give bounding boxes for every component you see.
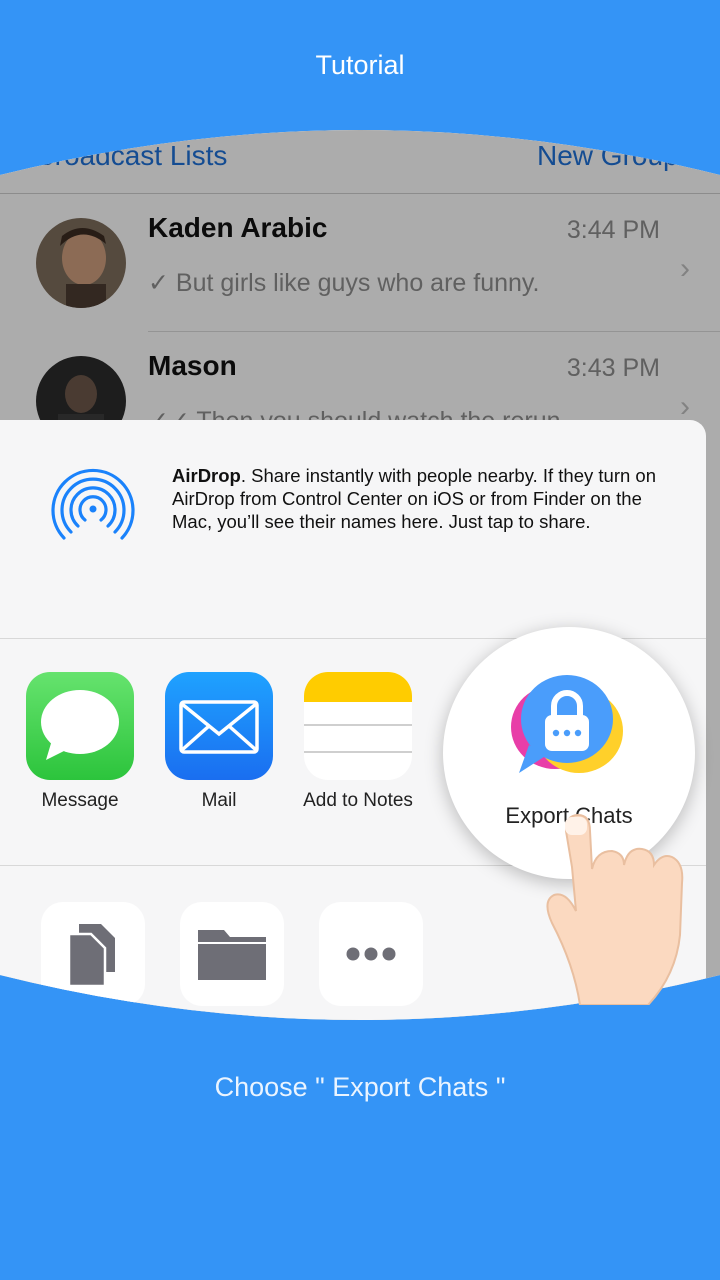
airdrop-title: AirDrop: [172, 465, 241, 486]
app-label: Message: [41, 790, 119, 811]
mail-icon: [165, 672, 273, 780]
share-app-mail[interactable]: Mail: [164, 672, 274, 812]
page-title: Tutorial: [315, 50, 405, 80]
app-label: Mail: [201, 790, 237, 811]
share-app-message[interactable]: Message: [25, 672, 135, 812]
airdrop-body: . Share instantly with people nearby. If…: [172, 465, 656, 532]
app-label: Add to Notes: [303, 790, 413, 811]
airdrop-icon[interactable]: [48, 464, 138, 554]
copy-icon: [41, 902, 145, 1006]
notes-icon: [304, 672, 412, 780]
message-icon: [26, 672, 134, 780]
folder-icon: [180, 902, 284, 1006]
more-action[interactable]: [319, 902, 423, 1006]
instruction-caption: Choose " Export Chats ": [214, 1072, 506, 1102]
share-app-notes[interactable]: Add to Notes: [303, 672, 413, 812]
copy-action[interactable]: [41, 902, 145, 1006]
pointing-hand-icon: [546, 813, 684, 1005]
save-to-files-action[interactable]: [180, 902, 284, 1006]
more-icon: [319, 902, 423, 1006]
airdrop-description: AirDrop. Share instantly with people nea…: [172, 464, 682, 533]
